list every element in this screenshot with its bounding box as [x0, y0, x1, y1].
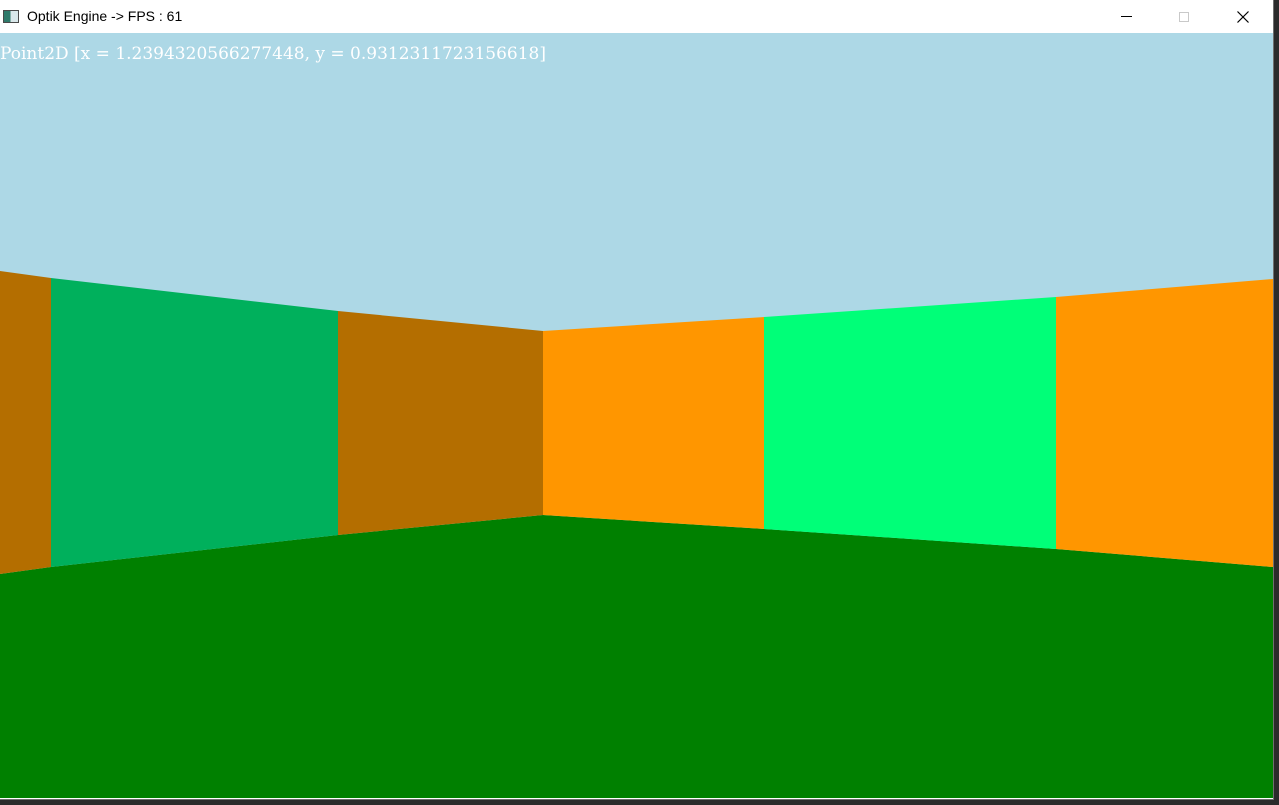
- app-window: Optik Engine -> FPS : 61 Point2D [x = 1.…: [0, 0, 1274, 800]
- close-button[interactable]: [1214, 0, 1272, 33]
- wall-segment: [543, 317, 764, 529]
- wall-segment: [0, 271, 51, 574]
- close-icon: [1237, 10, 1249, 23]
- window-title: Optik Engine -> FPS : 61: [27, 8, 183, 24]
- wall-segment: [1056, 279, 1273, 567]
- app-window-icon: [3, 10, 19, 23]
- raycast-scene: [0, 33, 1273, 798]
- player-position-readout: Point2D [x = 1.2394320566277448, y = 0.9…: [0, 44, 546, 64]
- maximize-button[interactable]: [1155, 0, 1213, 33]
- maximize-icon: [1179, 11, 1189, 22]
- wall-segment: [764, 297, 1056, 549]
- floor: [0, 515, 1273, 798]
- title-bar[interactable]: Optik Engine -> FPS : 61: [0, 0, 1273, 33]
- desktop-background-edge: [0, 800, 1279, 805]
- wall-segment: [51, 278, 338, 567]
- wall-segment: [338, 311, 543, 535]
- desktop-background-edge: [1274, 0, 1279, 805]
- minimize-icon: [1120, 16, 1132, 17]
- minimize-button[interactable]: [1097, 0, 1155, 33]
- render-viewport[interactable]: Point2D [x = 1.2394320566277448, y = 0.9…: [0, 33, 1273, 798]
